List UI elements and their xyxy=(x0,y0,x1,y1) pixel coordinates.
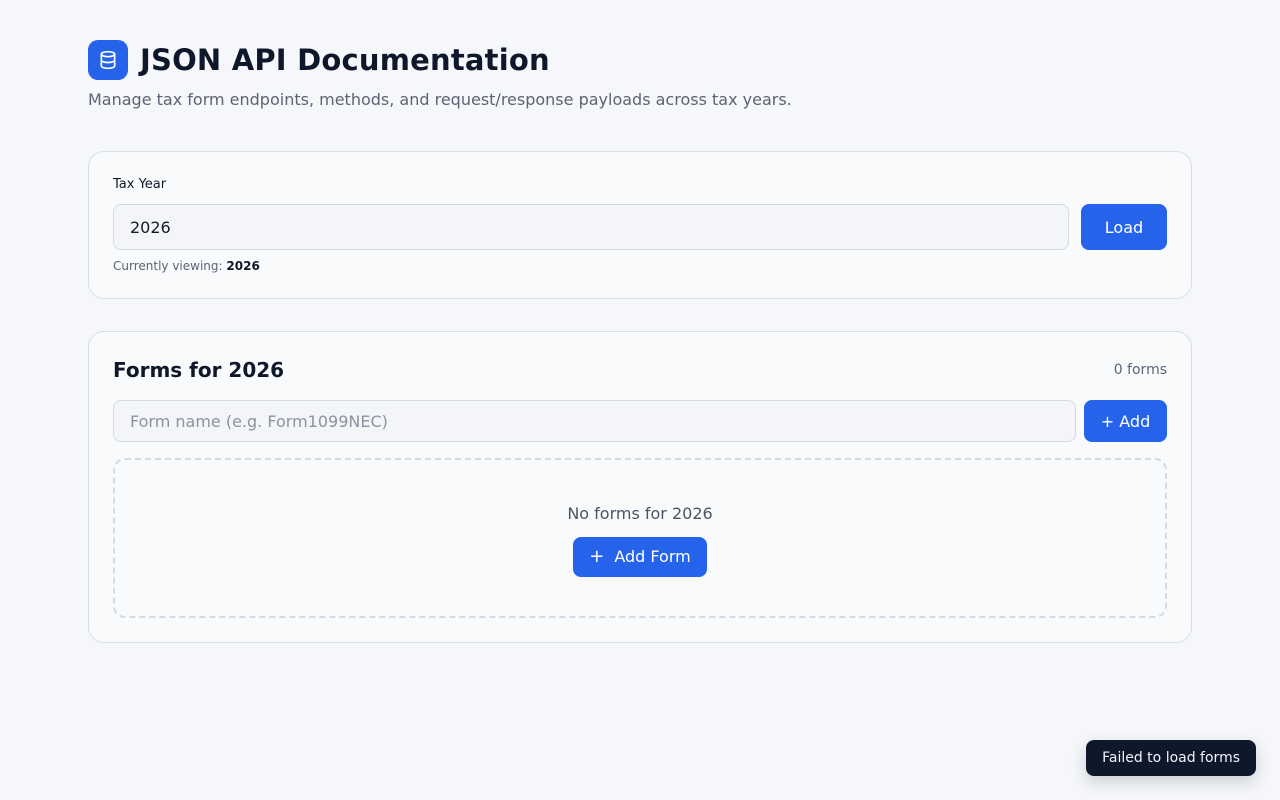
add-form-label: Add Form xyxy=(614,547,691,566)
add-form-row: + Add xyxy=(113,400,1167,442)
error-toast: Failed to load forms xyxy=(1086,740,1256,776)
add-form-button[interactable]: + Add Form xyxy=(573,536,707,577)
forms-title: Forms for 2026 xyxy=(113,358,285,382)
tax-year-card: Tax Year Load Currently viewing: 2026 xyxy=(88,151,1192,299)
tax-year-input[interactable] xyxy=(113,204,1069,250)
form-name-input[interactable] xyxy=(113,400,1076,442)
forms-count: 0 forms xyxy=(1113,362,1167,378)
page: JSON API Documentation Manage tax form e… xyxy=(88,40,1192,643)
database-icon xyxy=(88,40,128,80)
empty-state-text: No forms for 2026 xyxy=(567,503,713,523)
currently-viewing-label: Currently viewing: xyxy=(113,259,223,273)
page-subtitle: Manage tax form endpoints, methods, and … xyxy=(88,90,792,109)
currently-viewing: Currently viewing: 2026 xyxy=(113,259,1167,273)
currently-viewing-year: 2026 xyxy=(226,259,260,273)
page-header: JSON API Documentation xyxy=(88,40,1192,80)
page-title: JSON API Documentation xyxy=(140,43,550,77)
forms-card: Forms for 2026 0 forms + Add No forms fo… xyxy=(88,331,1192,643)
add-button[interactable]: + Add xyxy=(1084,400,1167,442)
tax-year-row: Load xyxy=(113,204,1167,250)
empty-state: No forms for 2026 + Add Form xyxy=(113,458,1167,618)
plus-icon: + xyxy=(589,545,605,567)
forms-header: Forms for 2026 0 forms xyxy=(113,356,1167,384)
load-button[interactable]: Load xyxy=(1081,204,1167,250)
tax-year-label: Tax Year xyxy=(113,177,167,192)
